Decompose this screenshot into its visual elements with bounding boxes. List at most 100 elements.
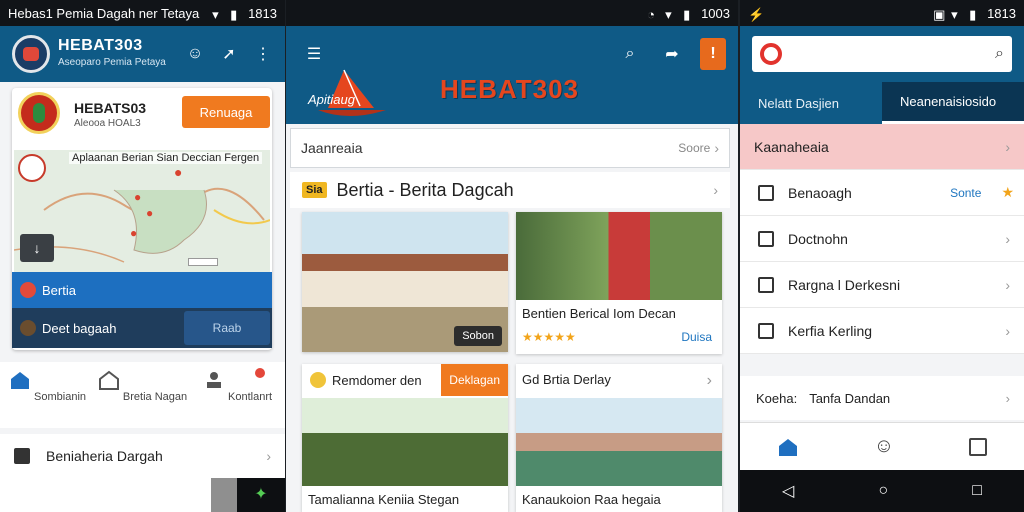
list-item-label: Benaoagh [788, 184, 852, 201]
chevron-right-icon: › [1005, 390, 1010, 406]
dagang-button-label: Raab [212, 321, 242, 335]
chevron-right-icon: › [1005, 230, 1010, 247]
menu-icon[interactable]: ☰ [300, 40, 328, 68]
map-logo [18, 154, 46, 182]
tab-bar: Nelatt Dasjien Neanenaisiosido [740, 82, 1024, 124]
list-item[interactable]: Rargna l Derkesni › [740, 262, 1024, 308]
support-icon[interactable]: ☺ [181, 40, 209, 68]
star-icon[interactable]: ★ [1001, 184, 1014, 201]
list-item[interactable]: Beniaheria Dargah › [0, 434, 285, 478]
list-item[interactable]: Benaoagh Sonte ★ [740, 170, 1024, 216]
status-time: 1813 [248, 5, 277, 21]
calendar-icon[interactable] [968, 437, 987, 456]
search-header: ⌕ [740, 26, 1024, 82]
share-icon[interactable]: ➦ [658, 40, 686, 68]
search-bar[interactable]: Jaanreaia Soore › [290, 128, 730, 168]
news-action-button[interactable]: Deklagan [441, 364, 508, 396]
search-input[interactable]: Jaanreaia [301, 140, 363, 156]
share-icon[interactable]: ➚ [215, 40, 243, 68]
info-row[interactable]: Koeha: Tanfa Dandan › [740, 376, 1024, 420]
hero-title: HEBAT303 [440, 74, 580, 104]
register-button[interactable]: Renuaga [182, 96, 270, 128]
center-app-panel: ◔ ▾ ▮ 1003 ☰ Apitiaug HEBAT303 ⌕ ➦ ! Jaa… [286, 0, 738, 512]
nav-item-home[interactable]: Sombianin [0, 362, 95, 428]
map-pin-icon[interactable]: ● [134, 190, 141, 204]
dagang-button[interactable]: Raab [184, 311, 270, 345]
list-item[interactable]: Kaanaheaia › [740, 124, 1024, 170]
nav-label: Bretia Nagan [122, 391, 188, 403]
menu-list: Kaanaheaia › Benaoagh Sonte ★ Doctnohn ›… [740, 124, 1024, 354]
info-value: Tanfa Dandan [809, 390, 891, 406]
notification-icon[interactable]: ! [700, 38, 726, 70]
news-link[interactable]: Duisa [681, 330, 712, 344]
app-switch-icon[interactable]: ✦ [237, 478, 285, 512]
view-button[interactable]: Sobon [454, 326, 502, 346]
item-icon [758, 230, 774, 247]
item-link[interactable]: Sonte [950, 186, 981, 200]
list-item-label: Kerfia Kerling [788, 322, 873, 339]
brand-subtitle: Aseoparo Pemia Petaya [58, 57, 166, 68]
nav-item-store[interactable]: Bretia Nagan [95, 362, 265, 428]
item-icon [758, 322, 774, 339]
search-icon[interactable]: ⌕ [616, 40, 644, 68]
news-image [516, 398, 722, 486]
list-item-label: Beniaheria Dargah [46, 448, 163, 464]
status-time: 1003 [701, 5, 730, 21]
download-icon[interactable]: ↓ [20, 234, 54, 262]
info-key: Koeha: [756, 390, 798, 406]
news-card[interactable]: Remdomer den Deklagan Tamalianna Keniia … [302, 364, 508, 512]
news-card[interactable]: Sobon [302, 212, 508, 352]
item-icon [758, 184, 774, 201]
dagang-icon [20, 320, 36, 336]
search-icon[interactable]: ⌕ [995, 45, 1004, 63]
footer-strip: ✦ [0, 478, 285, 512]
list-item[interactable]: Kerfia Kerling › [740, 308, 1024, 354]
section-title[interactable]: Sia Bertia - Berita Dagcah › [290, 172, 730, 208]
search-field[interactable]: ⌕ [752, 36, 1012, 72]
wifi-icon: ▾ [951, 7, 958, 22]
battery-icon: ▮ [683, 7, 691, 22]
news-head-label: Remdomer den [332, 372, 422, 388]
more-icon[interactable]: ⋮ [249, 40, 277, 68]
chevron-right-icon: › [713, 182, 718, 198]
app-bar: ☰ Apitiaug HEBAT303 ⌕ ➦ ! [286, 26, 738, 124]
home-circle-icon[interactable]: ○ [878, 482, 888, 500]
back-icon[interactable]: ◁ [782, 481, 794, 501]
map-pin-icon[interactable]: ● [174, 164, 182, 180]
chevron-right-icon: › [1005, 322, 1010, 339]
news-card[interactable]: Bentien Berical Iom Decan ★★★★★ Duisa [516, 212, 722, 354]
chevron-right-icon: › [1005, 138, 1010, 155]
signal-icon: ▮ [230, 7, 238, 22]
app-bar: HEBAT303 Aseoparo Pemia Petaya ☺ ➚ ⋮ [0, 26, 285, 82]
news-image [516, 212, 722, 300]
status-time: 1813 [987, 5, 1016, 21]
recents-icon[interactable]: □ [972, 482, 982, 500]
profile-name: HEBATS03 [74, 100, 147, 116]
berita-row[interactable]: Bertia [12, 272, 272, 308]
nav-item-contact[interactable]: Kontlanrt [190, 362, 285, 428]
boat-caption: Apitiaug [308, 92, 355, 107]
usb-icon: ⚡ [748, 7, 765, 22]
tab-second[interactable]: Neanenaisiosido [882, 82, 1024, 124]
quick-nav: Sombianin Bretia Nagan Kontlanrt [0, 362, 285, 428]
news-card[interactable]: Gd Brtia Derlay › Kanaukoion Raa hegaia [516, 364, 722, 512]
news-image [302, 398, 508, 486]
list-item[interactable]: Doctnohn › [740, 216, 1024, 262]
chevron-right-icon: › [1005, 276, 1010, 293]
tab-first[interactable]: Nelatt Dasjien [740, 82, 882, 124]
brand-title: HEBAT303 [58, 37, 143, 54]
search-meta[interactable]: Soore [678, 141, 710, 155]
status-bar: ⚡ ▣ ▾ ▮ 1813 [740, 0, 1024, 26]
dagang-row[interactable]: Deet bagaah Raab [12, 308, 272, 348]
news-head: Remdomer den Deklagan [302, 364, 508, 396]
wifi-icon: ▾ [665, 7, 672, 22]
map-pin-icon[interactable]: ● [146, 206, 153, 220]
emoji-icon[interactable]: ☺ [874, 435, 894, 458]
map-pin-icon[interactable]: ● [130, 226, 137, 240]
chevron-right-icon: › [706, 372, 712, 389]
thumbnail [211, 478, 237, 512]
home-icon [10, 372, 29, 389]
map-view[interactable]: Aplaanan Berian Sian Deccian Fergen ● ● … [14, 150, 270, 272]
news-caption: Tamalianna Keniia Stegan [308, 492, 460, 507]
home-icon[interactable] [777, 437, 799, 457]
